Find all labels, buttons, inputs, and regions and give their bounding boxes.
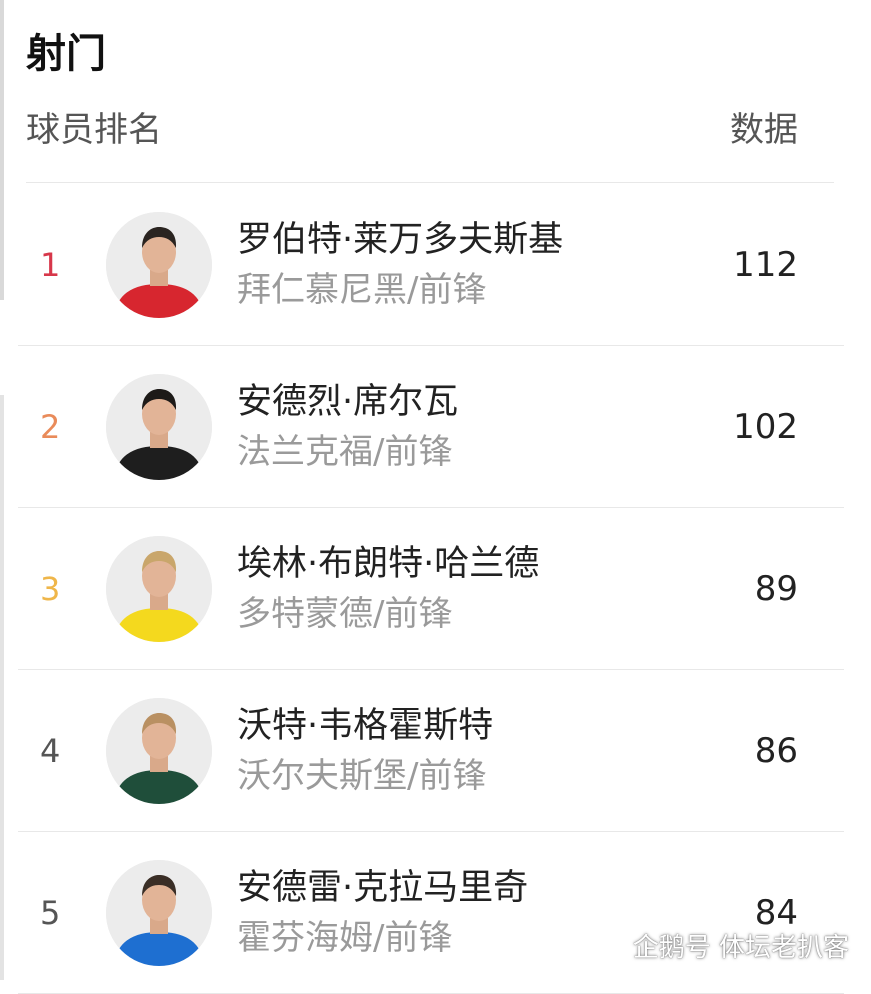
page-title: 射门 <box>26 31 106 77</box>
left-edge-strip-lower <box>0 395 4 980</box>
stat-value: 102 <box>733 406 798 447</box>
player-name: 罗伯特·莱万多夫斯基 <box>237 220 564 260</box>
player-name: 沃特·韦格霍斯特 <box>237 706 494 746</box>
rank-number: 4 <box>40 731 61 770</box>
watermark-text: 企鹅号 体坛老扒客 <box>632 933 849 963</box>
table-row[interactable]: 1 罗伯特·莱万多夫斯基 拜仁慕尼黑/前锋 112 <box>18 184 844 346</box>
stat-value: 86 <box>754 730 798 771</box>
watermark: 企鹅号 体坛老扒客 <box>597 927 849 964</box>
player-name: 安德雷·克拉马里奇 <box>237 868 529 908</box>
header-divider <box>26 182 834 183</box>
avatar <box>106 536 212 642</box>
table-row[interactable]: 2 安德烈·席尔瓦 法兰克福/前锋 102 <box>18 346 844 508</box>
player-club-position: 沃尔夫斯堡/前锋 <box>237 756 487 796</box>
table-row[interactable]: 4 沃特·韦格霍斯特 沃尔夫斯堡/前锋 86 <box>18 670 844 832</box>
left-edge-strip <box>0 0 4 300</box>
rank-number: 2 <box>40 407 61 446</box>
player-portrait <box>106 536 212 642</box>
player-portrait <box>106 860 212 966</box>
stat-value: 112 <box>733 244 798 285</box>
stat-value: 89 <box>754 568 798 609</box>
column-header-stat: 数据 <box>730 110 798 150</box>
player-name: 安德烈·席尔瓦 <box>237 382 459 422</box>
player-club-position: 法兰克福/前锋 <box>237 432 453 472</box>
player-club-position: 多特蒙德/前锋 <box>237 594 453 634</box>
avatar <box>106 212 212 318</box>
player-portrait <box>106 212 212 318</box>
avatar <box>106 860 212 966</box>
column-header-rank: 球员排名 <box>26 110 162 150</box>
penguin-icon <box>601 934 622 959</box>
avatar <box>106 698 212 804</box>
player-portrait <box>106 698 212 804</box>
player-name: 埃林·布朗特·哈兰德 <box>237 544 540 584</box>
rank-number: 3 <box>40 569 61 608</box>
avatar <box>106 374 212 480</box>
rank-number: 5 <box>40 893 61 932</box>
player-portrait <box>106 374 212 480</box>
stat-value: 84 <box>754 892 798 933</box>
rank-number: 1 <box>40 245 61 284</box>
player-club-position: 拜仁慕尼黑/前锋 <box>237 270 487 310</box>
player-club-position: 霍芬海姆/前锋 <box>237 918 453 958</box>
table-row[interactable]: 3 埃林·布朗特·哈兰德 多特蒙德/前锋 89 <box>18 508 844 670</box>
table-row[interactable]: 5 安德雷·克拉马里奇 霍芬海姆/前锋 84 <box>18 832 844 994</box>
